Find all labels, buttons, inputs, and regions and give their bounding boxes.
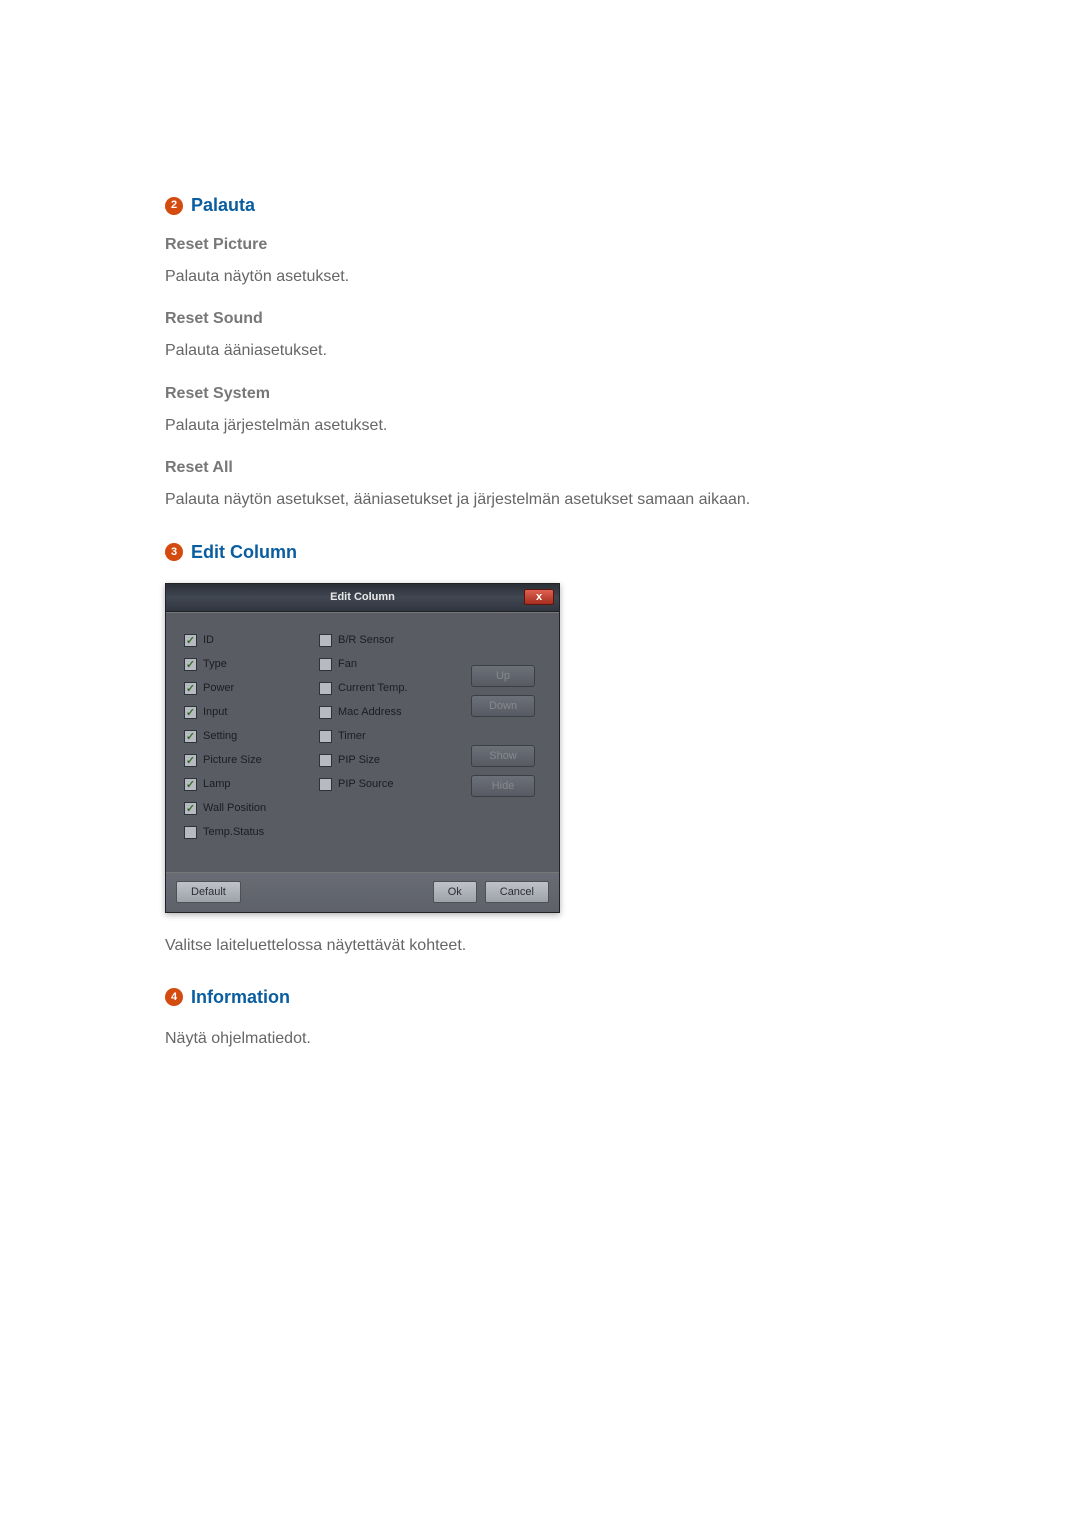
- checkbox-label: PIP Size: [338, 754, 380, 766]
- checkbox[interactable]: [184, 802, 197, 815]
- checkbox-label: Power: [203, 682, 234, 694]
- badge-3: 3: [165, 543, 183, 561]
- checkbox-row: ID: [184, 631, 307, 650]
- close-button[interactable]: x: [524, 589, 554, 605]
- body-information: Näytä ohjelmatiedot.: [165, 1028, 920, 1050]
- checkbox-row: Setting: [184, 727, 307, 746]
- section-edit-column: 3 Edit Column Edit Column x IDTypePowerI…: [165, 542, 920, 957]
- section-header: 2 Palauta: [165, 195, 920, 216]
- dialog-titlebar: Edit Column x: [166, 584, 559, 612]
- checkbox[interactable]: [319, 658, 332, 671]
- section-header: 4 Information: [165, 987, 920, 1008]
- checkbox-label: ID: [203, 634, 214, 646]
- checkbox-label: Type: [203, 658, 227, 670]
- heading-reset-picture: Reset Picture: [165, 236, 920, 254]
- body-reset-sound: Palauta ääniasetukset.: [165, 340, 920, 362]
- badge-4: 4: [165, 988, 183, 1006]
- section-title-information: Information: [191, 987, 290, 1008]
- dialog-title: Edit Column: [330, 591, 395, 603]
- close-icon: x: [536, 591, 542, 603]
- checkbox[interactable]: [184, 706, 197, 719]
- checkbox[interactable]: [319, 706, 332, 719]
- cancel-button[interactable]: Cancel: [485, 881, 549, 903]
- default-button[interactable]: Default: [176, 881, 241, 903]
- checkbox-label: Timer: [338, 730, 366, 742]
- checkbox[interactable]: [184, 634, 197, 647]
- checkbox-column-right: B/R Sensor Fan Current Temp. Mac Address Tim…: [319, 631, 447, 842]
- checkbox-column-left: ID Type Power Input Setting Picture Size Lamp W…: [184, 631, 307, 842]
- checkbox-row: Mac Address: [319, 703, 447, 722]
- checkbox-row: Wall Position: [184, 799, 307, 818]
- checkbox-row: Power: [184, 679, 307, 698]
- checkbox-label: Picture Size: [203, 754, 262, 766]
- show-button[interactable]: Show: [471, 745, 535, 767]
- checkbox[interactable]: [319, 682, 332, 695]
- dialog-footer: Default Ok Cancel: [166, 872, 559, 912]
- checkbox-label: Input: [203, 706, 227, 718]
- heading-reset-all: Reset All: [165, 459, 920, 477]
- side-button-column: Up Down Show Hide: [459, 631, 547, 842]
- checkbox-row: Timer: [319, 727, 447, 746]
- checkbox-row: Current Temp.: [319, 679, 447, 698]
- checkbox-row: B/R Sensor: [319, 631, 447, 650]
- checkbox[interactable]: [319, 634, 332, 647]
- checkbox-row: PIP Size: [319, 751, 447, 770]
- body-reset-picture: Palauta näytön asetukset.: [165, 266, 920, 288]
- checkbox-row: Lamp: [184, 775, 307, 794]
- checkbox-label: Fan: [338, 658, 357, 670]
- section-title-edit-column: Edit Column: [191, 542, 297, 563]
- checkbox-label: Current Temp.: [338, 682, 408, 694]
- checkbox[interactable]: [184, 730, 197, 743]
- dialog-body: ID Type Power Input Setting Picture Size Lamp W…: [166, 612, 559, 872]
- edit-column-dialog: Edit Column x ID Type Power Input Setting Pic…: [165, 583, 560, 913]
- checkbox[interactable]: [184, 682, 197, 695]
- section-reset: 2 Palauta Reset Picture Palauta näytön a…: [165, 195, 920, 512]
- edit-column-caption: Valitse laiteluettelossa näytettävät koh…: [165, 935, 920, 957]
- hide-button[interactable]: Hide: [471, 775, 535, 797]
- checkbox[interactable]: [184, 658, 197, 671]
- checkbox-row: Picture Size: [184, 751, 307, 770]
- checkbox-row: PIP Source: [319, 775, 447, 794]
- checkbox-row: Fan: [319, 655, 447, 674]
- up-button[interactable]: Up: [471, 665, 535, 687]
- checkbox[interactable]: [184, 826, 197, 839]
- heading-reset-sound: Reset Sound: [165, 310, 920, 328]
- checkbox-label: Setting: [203, 730, 237, 742]
- checkbox-label: Temp.Status: [203, 826, 264, 838]
- ok-button[interactable]: Ok: [433, 881, 477, 903]
- checkbox-label: Mac Address: [338, 706, 402, 718]
- body-reset-system: Palauta järjestelmän asetukset.: [165, 415, 920, 437]
- checkbox-row: Temp.Status: [184, 823, 307, 842]
- heading-reset-system: Reset System: [165, 385, 920, 403]
- checkbox-row: Input: [184, 703, 307, 722]
- checkbox[interactable]: [319, 778, 332, 791]
- body-reset-all: Palauta näytön asetukset, ääniasetukset …: [165, 489, 920, 511]
- section-title-reset: Palauta: [191, 195, 255, 216]
- down-button[interactable]: Down: [471, 695, 535, 717]
- section-information: 4 Information Näytä ohjelmatiedot.: [165, 987, 920, 1050]
- section-header: 3 Edit Column: [165, 542, 920, 563]
- checkbox-row: Type: [184, 655, 307, 674]
- checkbox[interactable]: [319, 730, 332, 743]
- checkbox-label: PIP Source: [338, 778, 393, 790]
- checkbox[interactable]: [184, 778, 197, 791]
- checkbox-label: B/R Sensor: [338, 634, 394, 646]
- checkbox[interactable]: [184, 754, 197, 767]
- checkbox-label: Wall Position: [203, 802, 266, 814]
- badge-2: 2: [165, 197, 183, 215]
- checkbox-label: Lamp: [203, 778, 231, 790]
- checkbox[interactable]: [319, 754, 332, 767]
